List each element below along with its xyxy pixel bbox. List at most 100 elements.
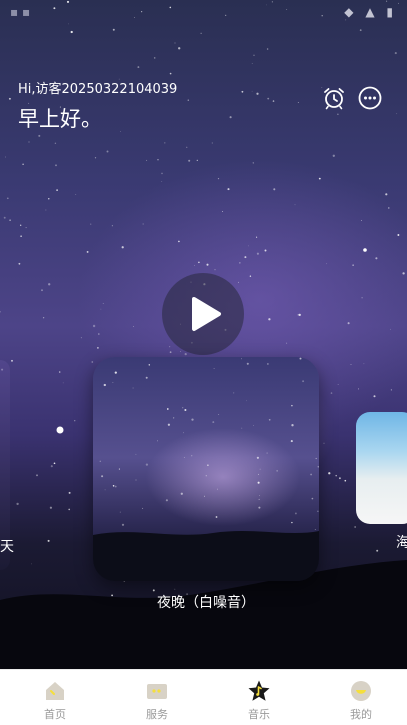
star (166, 408, 169, 410)
star (290, 440, 293, 443)
star (92, 324, 96, 328)
tab-service[interactable]: 服务 (117, 670, 197, 725)
tab-service-label: 服务 (146, 708, 168, 721)
star (256, 92, 259, 95)
star (311, 357, 315, 360)
carousel-label-current: 夜晚（白噪音） (157, 595, 255, 611)
star (272, 100, 275, 102)
star (49, 506, 53, 509)
star (48, 198, 50, 200)
star (112, 485, 115, 487)
star (212, 421, 215, 424)
star (118, 468, 120, 470)
play-icon (192, 297, 221, 331)
star (344, 479, 347, 482)
star (132, 387, 134, 389)
star (167, 423, 171, 426)
star (211, 142, 213, 144)
greeting-block: Hi,访客20250322104039 早上好。 (18, 78, 177, 133)
star (112, 28, 115, 31)
star (217, 177, 220, 180)
star (244, 256, 247, 259)
star (164, 142, 166, 144)
service-icon (147, 684, 167, 699)
tab-home-label: 首页 (44, 708, 66, 721)
star (314, 529, 316, 530)
star (97, 333, 100, 335)
star (174, 588, 176, 590)
star (213, 368, 215, 369)
star (257, 473, 259, 475)
star (291, 424, 294, 427)
star (286, 342, 288, 344)
star (276, 470, 278, 472)
star (102, 303, 104, 304)
star (264, 249, 267, 252)
star (328, 472, 331, 475)
star (376, 549, 379, 552)
star (330, 392, 333, 394)
star (252, 162, 254, 164)
star (56, 189, 58, 191)
alarm-clock-icon[interactable] (322, 86, 346, 110)
star (246, 362, 249, 365)
star (310, 473, 312, 476)
star (8, 97, 11, 100)
star (222, 210, 224, 212)
status-bar: ▪ ▪ ◆ ▲ ▮ (0, 0, 407, 26)
star (191, 455, 193, 457)
star (241, 427, 243, 429)
carousel-card-current[interactable] (93, 357, 319, 581)
star (317, 510, 319, 512)
star (3, 216, 6, 219)
star (9, 219, 11, 222)
star (291, 404, 293, 407)
star (86, 250, 89, 253)
star (316, 367, 319, 370)
star (390, 328, 391, 330)
star (246, 400, 247, 402)
star (178, 240, 180, 243)
star (48, 283, 51, 286)
more-options-icon[interactable] (358, 86, 382, 110)
star (180, 492, 183, 495)
star (146, 159, 148, 161)
tab-music[interactable]: 音乐 (219, 670, 299, 725)
star (241, 90, 244, 93)
star (90, 223, 92, 225)
star (256, 252, 259, 255)
star (297, 314, 299, 316)
star (247, 245, 249, 247)
star (100, 308, 102, 310)
star (145, 376, 148, 379)
play-button[interactable] (162, 273, 244, 355)
star (153, 57, 156, 59)
star (161, 172, 163, 175)
star (388, 207, 390, 209)
star (323, 442, 325, 444)
tab-home[interactable]: 首页 (15, 670, 95, 725)
star (36, 474, 38, 477)
star (258, 498, 260, 500)
night-scene-image (93, 357, 319, 581)
star (204, 495, 205, 497)
star (187, 99, 190, 101)
star (394, 52, 397, 55)
tab-profile[interactable]: 我的 (321, 670, 401, 725)
star (273, 188, 276, 191)
star (103, 383, 106, 387)
bright-star (363, 248, 367, 252)
profile-icon (351, 681, 371, 701)
music-star-icon (248, 680, 270, 701)
star (114, 485, 117, 488)
star (266, 452, 268, 454)
star (137, 66, 140, 69)
carousel-card-next[interactable] (356, 412, 407, 524)
star (133, 326, 134, 327)
star (183, 457, 185, 458)
star (53, 462, 56, 465)
star (311, 497, 314, 500)
star (169, 72, 172, 75)
star (157, 440, 158, 442)
star (182, 407, 184, 409)
